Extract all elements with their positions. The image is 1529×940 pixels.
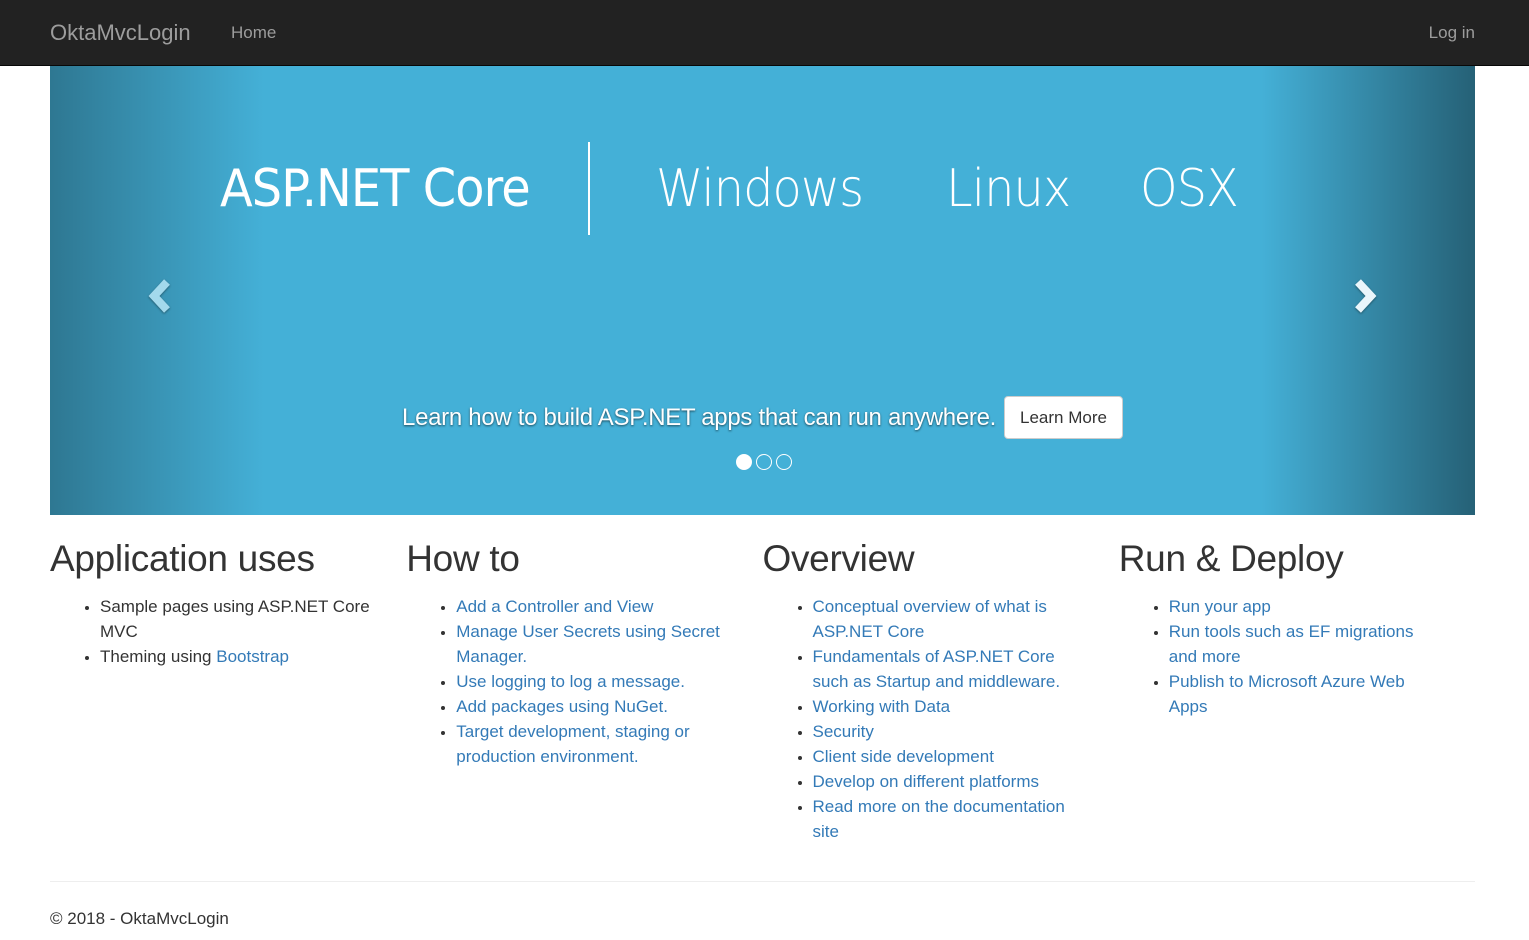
banner-platform-linux: Linux: [946, 159, 1071, 219]
section-title: Overview: [762, 538, 915, 579]
section-list: Add a Controller and View Manage User Se…: [406, 594, 732, 769]
banner-product: ASP.NET Core: [220, 159, 531, 219]
section-run-deploy: Run & Deploy Run your app Run tools such…: [1119, 536, 1475, 844]
section-list: Sample pages using ASP.NET Core MVC Them…: [50, 594, 376, 669]
section-how-to: How to Add a Controller and View Manage …: [406, 536, 762, 844]
list-item: Target development, staging or productio…: [456, 719, 732, 769]
carousel-caption: Learn how to build ASP.NET apps that can…: [50, 396, 1475, 439]
list-item: Run tools such as EF migrations and more: [1169, 619, 1445, 669]
carousel-indicator-2[interactable]: [755, 454, 772, 470]
list-item: Read more on the documentation site: [813, 794, 1089, 844]
list-item: Theming using Bootstrap: [100, 644, 376, 669]
section-title: How to: [406, 538, 520, 579]
list-link[interactable]: Use logging to log a message.: [456, 672, 685, 691]
banner-platform-osx: OSX: [1140, 159, 1239, 219]
list-link[interactable]: Working with Data: [813, 697, 951, 716]
learn-more-button[interactable]: Learn More: [1004, 396, 1123, 439]
list-item: Security: [813, 719, 1089, 744]
carousel-indicator-3[interactable]: [775, 454, 792, 470]
list-item: Publish to Microsoft Azure Web Apps: [1169, 669, 1445, 719]
carousel-indicators: [50, 454, 1475, 470]
carousel-prev-button[interactable]: [140, 278, 180, 318]
hero-carousel: ASP.NET Core Windows Linux OSX Learn how…: [50, 66, 1475, 515]
list-item: Fundamentals of ASP.NET Core such as Sta…: [813, 644, 1089, 694]
list-item: Run your app: [1169, 594, 1445, 619]
nav-link-home[interactable]: Home: [231, 22, 276, 44]
chevron-right-icon: [1352, 278, 1378, 319]
footer-copyright: © 2018 - OktaMvcLogin: [50, 909, 229, 928]
list-link[interactable]: Read more on the documentation site: [813, 797, 1065, 841]
section-overview: Overview Conceptual overview of what is …: [763, 536, 1119, 844]
section-list: Conceptual overview of what is ASP.NET C…: [763, 594, 1089, 844]
banner-divider: [588, 142, 590, 235]
list-item: Sample pages using ASP.NET Core MVC: [100, 594, 376, 644]
bootstrap-link[interactable]: Bootstrap: [216, 647, 289, 666]
section-title: Application uses: [50, 538, 315, 579]
list-link[interactable]: Target development, staging or productio…: [456, 722, 689, 766]
section-list: Run your app Run tools such as EF migrat…: [1119, 594, 1445, 719]
list-link[interactable]: Run tools such as EF migrations and more: [1169, 622, 1414, 666]
list-link[interactable]: Publish to Microsoft Azure Web Apps: [1169, 672, 1405, 716]
list-link[interactable]: Manage User Secrets using Secret Manager…: [456, 622, 720, 666]
footer-divider: [50, 881, 1475, 882]
navbar: OktaMvcLogin Home Log in: [0, 0, 1529, 66]
list-item: Client side development: [813, 744, 1089, 769]
content-columns: Application uses Sample pages using ASP.…: [50, 536, 1475, 844]
list-link[interactable]: Develop on different platforms: [813, 772, 1039, 791]
list-item: Manage User Secrets using Secret Manager…: [456, 619, 732, 669]
section-application-uses: Application uses Sample pages using ASP.…: [50, 536, 406, 844]
list-link[interactable]: Security: [813, 722, 874, 741]
brand-link[interactable]: OktaMvcLogin: [50, 19, 191, 47]
chevron-left-icon: [147, 278, 173, 319]
list-item: Working with Data: [813, 694, 1089, 719]
carousel-next-button[interactable]: [1345, 278, 1385, 318]
list-item-text: Sample pages using ASP.NET Core MVC: [100, 597, 370, 641]
list-link[interactable]: Add a Controller and View: [456, 597, 653, 616]
caption-text: Learn how to build ASP.NET apps that can…: [402, 403, 997, 431]
carousel-indicator-1[interactable]: [735, 454, 752, 470]
list-item: Develop on different platforms: [813, 769, 1089, 794]
login-link[interactable]: Log in: [1429, 22, 1475, 44]
list-link[interactable]: Conceptual overview of what is ASP.NET C…: [813, 597, 1047, 641]
list-link[interactable]: Add packages using NuGet.: [456, 697, 668, 716]
list-link[interactable]: Run your app: [1169, 597, 1271, 616]
list-item: Use logging to log a message.: [456, 669, 732, 694]
list-item: Add packages using NuGet.: [456, 694, 732, 719]
list-link[interactable]: Client side development: [813, 747, 994, 766]
list-link[interactable]: Fundamentals of ASP.NET Core such as Sta…: [813, 647, 1061, 691]
list-item-prefix: Theming using: [100, 647, 217, 666]
list-item: Conceptual overview of what is ASP.NET C…: [813, 594, 1089, 644]
banner-platform-windows: Windows: [656, 159, 864, 219]
list-item: Add a Controller and View: [456, 594, 732, 619]
section-title: Run & Deploy: [1118, 538, 1344, 579]
